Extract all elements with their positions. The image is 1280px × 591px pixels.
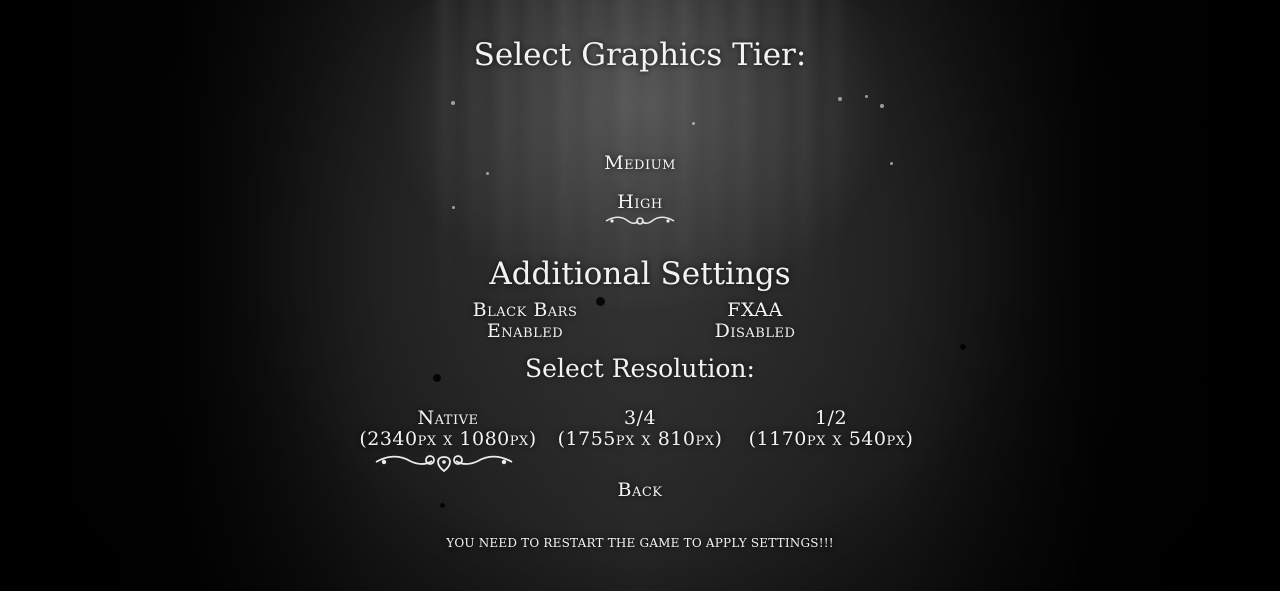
particle [880, 104, 884, 108]
resolution-option-native[interactable]: Native (2340px x 1080px) [359, 408, 536, 450]
graphics-option-medium[interactable]: Medium [0, 152, 1280, 174]
resolution-title: Select Resolution: [525, 354, 755, 383]
resolution-option-half[interactable]: 1/2 (1170px x 540px) [749, 408, 914, 450]
resolution-three-quarter-detail: (1755px x 810px) [557, 428, 723, 450]
resolution-half-detail: (1170px x 540px) [748, 428, 914, 450]
particle [865, 95, 868, 98]
black-bars-value: Enabled [486, 320, 564, 342]
vignette [0, 0, 1280, 591]
fxaa-toggle[interactable]: FXAA Disabled [715, 300, 796, 342]
spore [596, 297, 605, 306]
resolution-three-quarter-label: 3/4 [623, 407, 657, 429]
black-bars-label: Black Bars [472, 299, 578, 321]
resolution-selection-flourish-icon [374, 451, 514, 473]
resolution-native-label: Native [417, 407, 479, 429]
particle [451, 101, 455, 105]
resolution-half-label: 1/2 [814, 407, 848, 429]
fxaa-label: FXAA [727, 299, 783, 321]
spore [440, 503, 445, 508]
black-bars-toggle[interactable]: Black Bars Enabled [473, 300, 578, 342]
particle [692, 122, 695, 125]
additional-settings-title: Additional Settings [489, 256, 791, 292]
resolution-native-detail: (2340px x 1080px) [359, 428, 537, 450]
back-button[interactable]: Back [0, 479, 1280, 501]
resolution-option-three-quarter[interactable]: 3/4 (1755px x 810px) [558, 408, 723, 450]
selection-flourish-icon [604, 214, 676, 228]
fxaa-value: Disabled [714, 320, 796, 342]
graphics-tier-title: Select Graphics Tier: [473, 37, 807, 73]
particle [838, 97, 842, 101]
restart-notice: YOU NEED TO RESTART THE GAME TO APPLY SE… [446, 536, 834, 550]
spore [960, 344, 966, 350]
graphics-option-high[interactable]: High [0, 191, 1280, 213]
